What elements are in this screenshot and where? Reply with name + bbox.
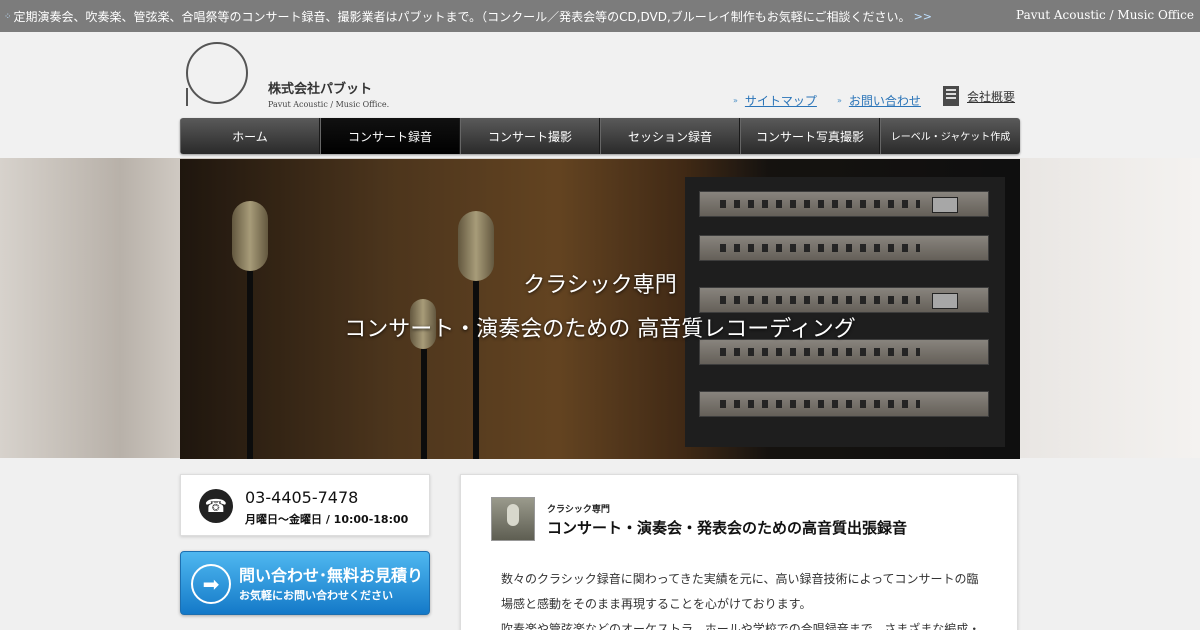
body-line: 吹奏楽や管弦楽などのオーケストラ、ホールや学校での合唱録音まで、さまざまな編成・ xyxy=(501,622,981,630)
business-hours: 月曜日〜金曜日 / 10:00-18:00 xyxy=(245,513,409,526)
nav-home[interactable]: ホーム xyxy=(180,118,320,154)
announcement[interactable]: ⁘ 定期演奏会、吹奏楽、管弦楽、合唱祭等のコンサート録音、撮影業者はパブットまで… xyxy=(4,8,932,25)
estimate-button-sub: お気軽にお問い合わせください xyxy=(239,589,393,602)
phone-box: ☎ 03-4405-7478 月曜日〜金曜日 / 10:00-18:00 xyxy=(180,474,430,536)
global-nav: ホーム コンサート録音 コンサート撮影 セッション録音 コンサート写真撮影 レー… xyxy=(180,118,1020,154)
hero-banner: クラシック専門 コンサート・演奏会のための 高音質レコーディング xyxy=(180,159,1020,459)
double-arrow-icon: » xyxy=(733,96,738,105)
estimate-button[interactable]: ➡ 問い合わせ･無料お見積り お気軽にお問い合わせください xyxy=(180,551,430,615)
hero-line-2: コンサート・演奏会のための 高音質レコーディング xyxy=(344,317,856,342)
site-logo[interactable]: 株式会社パブット Pavut Acoustic / Music Office. xyxy=(186,42,406,109)
phone-number[interactable]: 03-4405-7478 xyxy=(245,488,358,507)
sitemap-link[interactable]: サイトマップ xyxy=(745,92,817,109)
double-arrow-icon: » xyxy=(837,96,842,105)
main-content: クラシック専門 コンサート・演奏会・発表会のための高音質出張録音 数々のクラシッ… xyxy=(460,474,1018,630)
section-title: コンサート・演奏会・発表会のための高音質出張録音 xyxy=(547,519,908,537)
announcement-bar: ⁘ 定期演奏会、吹奏楽、管弦楽、合唱祭等のコンサート録音、撮影業者はパブットまで… xyxy=(0,0,1200,32)
sitemap-link-group: » サイトマップ xyxy=(733,92,817,109)
dots-icon: ⁘ xyxy=(4,11,11,22)
logo-circle-icon xyxy=(186,42,248,104)
logo-subtitle: Pavut Acoustic / Music Office. xyxy=(268,100,390,109)
announcement-text[interactable]: 定期演奏会、吹奏楽、管弦楽、合唱祭等のコンサート録音、撮影業者はパブットまで。（… xyxy=(14,8,911,25)
nav-concert-photo[interactable]: コンサート写真撮影 xyxy=(740,118,880,154)
company-link-group: 会社概要 xyxy=(943,86,1015,106)
section-body: 数々のクラシック録音に関わってきた実績を元に、高い録音技術によってコンサートの臨… xyxy=(501,567,991,630)
more-link[interactable]: >> xyxy=(914,10,932,23)
nav-concert-filming[interactable]: コンサート撮影 xyxy=(460,118,600,154)
top-brand: Pavut Acoustic / Music Office xyxy=(1016,8,1194,22)
body-line: 数々のクラシック録音に関わってきた実績を元に、高い録音技術によってコンサートの臨 xyxy=(501,572,979,586)
nav-label-jacket[interactable]: レーベル・ジャケット作成 xyxy=(880,118,1020,154)
microphone-icon xyxy=(491,497,535,541)
contact-link[interactable]: お問い合わせ xyxy=(849,92,921,109)
section-kicker: クラシック専門 xyxy=(547,505,610,515)
logo-mark xyxy=(186,88,188,106)
arrow-right-circle-icon: ➡ xyxy=(191,564,231,604)
estimate-button-title: 問い合わせ･無料お見積り xyxy=(239,566,424,585)
company-link[interactable]: 会社概要 xyxy=(967,88,1015,105)
body-line: 場感と感動をそのまま再現することを心がけております。 xyxy=(501,597,812,611)
phone-icon: ☎ xyxy=(199,489,233,523)
hero-copy: クラシック専門 コンサート・演奏会のための 高音質レコーディング xyxy=(180,267,1020,343)
hero-line-1: クラシック専門 xyxy=(523,273,677,298)
nav-concert-recording[interactable]: コンサート録音 xyxy=(320,118,460,154)
building-icon xyxy=(943,86,959,106)
logo-name: 株式会社パブット xyxy=(268,82,373,97)
nav-session-recording[interactable]: セッション録音 xyxy=(600,118,740,154)
contact-link-group: » お問い合わせ xyxy=(837,92,921,109)
site-header: 株式会社パブット Pavut Acoustic / Music Office. … xyxy=(0,32,1200,158)
